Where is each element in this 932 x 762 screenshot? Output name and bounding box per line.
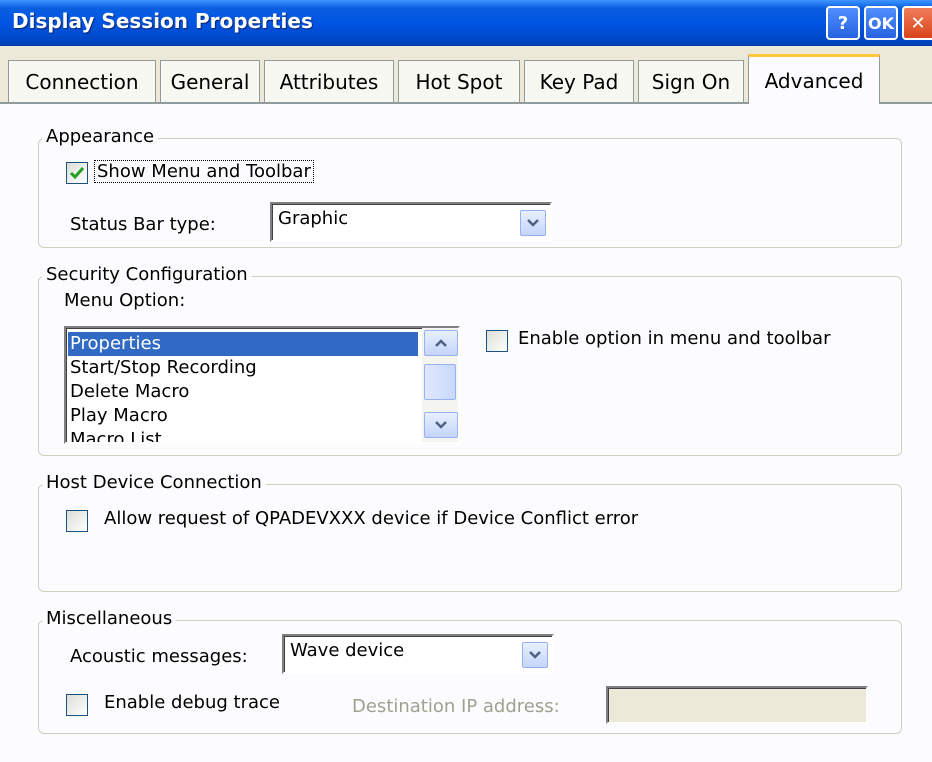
- ok-button[interactable]: OK: [864, 6, 898, 40]
- scroll-down-button[interactable]: [424, 412, 458, 438]
- close-icon: ✕: [910, 12, 926, 34]
- status-bar-type-value: Graphic: [278, 208, 349, 229]
- checkmark-icon: [69, 167, 85, 180]
- debug-trace-label[interactable]: Enable debug trace: [104, 692, 280, 713]
- scroll-thumb[interactable]: [424, 364, 456, 400]
- list-item[interactable]: Start/Stop Recording: [68, 356, 418, 380]
- chevron-down-icon: [529, 651, 541, 659]
- help-button[interactable]: ?: [826, 6, 860, 40]
- menu-option-label: Menu Option:: [64, 290, 186, 311]
- status-bar-dropdown-button[interactable]: [520, 210, 546, 236]
- show-menu-label[interactable]: Show Menu and Toolbar: [94, 160, 314, 183]
- tab-key-pad[interactable]: Key Pad: [524, 60, 634, 102]
- list-item[interactable]: Delete Macro: [68, 380, 418, 404]
- host-device-legend: Host Device Connection: [42, 472, 266, 493]
- chevron-down-icon: [435, 421, 447, 429]
- security-legend: Security Configuration: [42, 264, 252, 285]
- scroll-up-button[interactable]: [424, 330, 458, 356]
- enable-option-label[interactable]: Enable option in menu and toolbar: [518, 328, 830, 349]
- status-bar-type-label: Status Bar type:: [70, 214, 216, 235]
- close-button[interactable]: ✕: [902, 6, 932, 40]
- destination-ip-label: Destination IP address:: [352, 696, 560, 717]
- chevron-down-icon: [527, 219, 539, 227]
- menu-option-list[interactable]: Properties Start/Stop Recording Delete M…: [64, 326, 460, 444]
- acoustic-messages-label: Acoustic messages:: [70, 646, 248, 667]
- window-title: Display Session Properties: [12, 9, 313, 33]
- appearance-legend: Appearance: [42, 126, 159, 147]
- acoustic-dropdown-button[interactable]: [522, 642, 548, 668]
- tab-connection[interactable]: Connection: [8, 60, 156, 102]
- show-menu-checkbox[interactable]: [66, 162, 88, 184]
- allow-request-label[interactable]: Allow request of QPADEVXXX device if Dev…: [104, 508, 638, 529]
- list-item[interactable]: Play Macro: [68, 404, 418, 428]
- tab-advanced[interactable]: Advanced: [748, 54, 880, 104]
- list-item[interactable]: Macro List: [68, 428, 418, 442]
- enable-option-checkbox[interactable]: [486, 330, 508, 352]
- status-bar-type-select[interactable]: Graphic: [270, 202, 552, 242]
- allow-request-checkbox[interactable]: [66, 510, 88, 532]
- tab-general[interactable]: General: [160, 60, 260, 102]
- tab-attributes[interactable]: Attributes: [264, 60, 394, 102]
- tab-sign-on[interactable]: Sign On: [638, 60, 744, 102]
- acoustic-messages-select[interactable]: Wave device: [282, 634, 554, 674]
- chevron-up-icon: [435, 339, 447, 347]
- miscellaneous-legend: Miscellaneous: [42, 608, 177, 629]
- tab-hot-spot[interactable]: Hot Spot: [398, 60, 520, 102]
- acoustic-messages-value: Wave device: [290, 640, 405, 661]
- list-item[interactable]: Properties: [68, 332, 418, 356]
- host-device-group: [38, 484, 902, 592]
- destination-ip-field[interactable]: [606, 686, 868, 724]
- debug-trace-checkbox[interactable]: [66, 694, 88, 716]
